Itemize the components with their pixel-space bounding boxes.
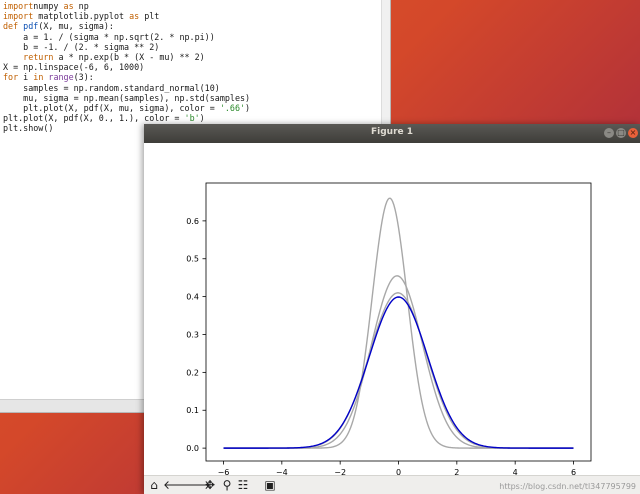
code-token: plt xyxy=(139,11,160,22)
code-line: importnumpy as np xyxy=(3,1,250,11)
code-token: X = np.linspace(-6, 6, 1000) xyxy=(3,62,145,73)
code-token: numpy xyxy=(33,1,64,11)
y-tick-label: 0.5 xyxy=(186,255,199,264)
figure-toolbar: ⌂ 🡐 🡒 ✥ ⚲ ☷ ▣ https://blog.csdn.net/tl34… xyxy=(144,475,640,494)
code-token: np xyxy=(73,1,89,11)
y-tick-label: 0.6 xyxy=(186,217,199,226)
code-token: ) xyxy=(245,102,251,113)
code-token: ) xyxy=(199,113,205,124)
code-token: plt.plot(X, pdf(X, 0., 1.), color = xyxy=(3,113,185,124)
code-line: def pdf(X, mu, sigma): xyxy=(3,21,250,31)
code-line: return a * np.exp(b * (X - mu) ** 2) xyxy=(3,52,250,62)
home-icon[interactable]: ⌂ xyxy=(146,477,162,493)
y-tick-label: 0.2 xyxy=(186,368,199,377)
code-token: import xyxy=(3,1,34,11)
code-line: X = np.linspace(-6, 6, 1000) xyxy=(3,62,250,72)
code-token: return xyxy=(23,51,54,62)
code-line: a = 1. / (sigma * np.sqrt(2. * np.pi)) xyxy=(3,32,250,42)
figure-titlebar[interactable]: Figure 1 – □ × xyxy=(144,124,640,143)
close-icon[interactable]: × xyxy=(628,128,638,138)
code-token: as xyxy=(129,11,140,22)
code-line: plt.plot(X, pdf(X, mu, sigma), color = '… xyxy=(3,103,250,113)
y-tick-label: 0.1 xyxy=(186,406,199,415)
y-tick-label: 0.4 xyxy=(186,293,199,302)
watermark: https://blog.csdn.net/tl347795799 xyxy=(499,482,636,491)
pan-icon[interactable]: ✥ xyxy=(202,477,218,493)
code-token: 'b' xyxy=(184,113,200,124)
series-line-1 xyxy=(223,275,574,449)
code-token: range xyxy=(48,72,74,83)
code-token: plt.show() xyxy=(3,123,54,134)
series-line-0 xyxy=(223,197,574,449)
code-line: for i in range(3): xyxy=(3,72,250,82)
minimize-icon[interactable]: – xyxy=(604,128,614,138)
code-token: def xyxy=(3,21,19,32)
code-token: (3): xyxy=(73,72,94,83)
code-token: a * np.exp(b * (X - mu) ** 2) xyxy=(53,51,205,62)
code-token: i xyxy=(18,72,34,83)
code-line: b = -1. / (2. * sigma ** 2) xyxy=(3,42,250,52)
code-token: a = 1. / (sigma * np.sqrt(2. * np.pi)) xyxy=(3,31,215,42)
code-token: for xyxy=(3,72,19,83)
back-icon[interactable]: 🡐 xyxy=(163,477,195,493)
code-token: matplotlib.pyplot xyxy=(33,11,130,22)
code-line: samples = np.random.standard_normal(10) xyxy=(3,83,250,93)
zoom-icon[interactable]: ⚲ xyxy=(219,477,235,493)
series-line-3 xyxy=(223,296,574,449)
code-token: (X, mu, sigma): xyxy=(38,21,114,32)
y-tick-label: 0.3 xyxy=(186,330,199,339)
y-tick-label: 0.0 xyxy=(186,444,199,453)
code-token: b = -1. / (2. * sigma ** 2) xyxy=(3,41,160,52)
code-text[interactable]: importnumpy as np import matplotlib.pyplo… xyxy=(3,1,250,133)
forward-icon[interactable]: 🡒 xyxy=(179,477,211,493)
code-token: '.66' xyxy=(219,102,246,113)
code-line: plt.plot(X, pdf(X, 0., 1.), color = 'b') xyxy=(3,113,250,123)
code-line: mu, sigma = np.mean(samples), np.std(sam… xyxy=(3,93,250,103)
code-token: import xyxy=(3,11,34,22)
configure-icon[interactable]: ☷ xyxy=(235,477,251,493)
save-icon[interactable]: ▣ xyxy=(262,477,278,493)
code-token: samples = np.random.standard_normal(10) xyxy=(3,82,220,93)
plot-canvas[interactable]: −6 −4 −2 0 2 4 60.00.10.20.30.40.50.6 xyxy=(144,143,640,476)
figure-title: Figure 1 xyxy=(370,127,414,137)
code-token: mu, sigma = np.mean(samples), np.std(sam… xyxy=(3,92,251,103)
code-line: import matplotlib.pyplot as plt xyxy=(3,11,250,21)
code-token: plt.plot(X, pdf(X, mu, sigma), color = xyxy=(3,102,220,113)
maximize-icon[interactable]: □ xyxy=(616,128,626,138)
series-line-2 xyxy=(223,292,574,449)
code-token: pdf xyxy=(18,21,39,32)
code-token: in xyxy=(33,72,44,83)
code-token: as xyxy=(63,1,74,11)
figure-window: Figure 1 – □ × −6 −4 −2 0 2 4 6 0.0 0.1 0.2 0.3 0.4… xyxy=(144,124,640,494)
